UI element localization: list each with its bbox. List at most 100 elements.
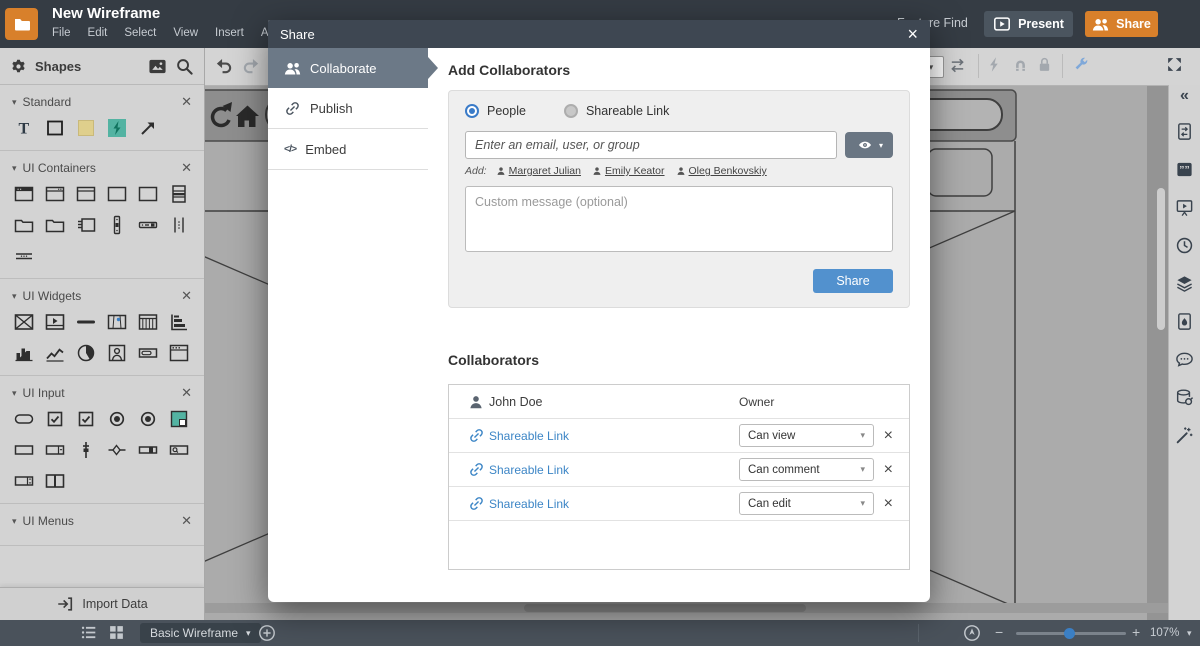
section-close-icon[interactable]: ✕ — [181, 385, 192, 401]
button-bar-shape[interactable] — [134, 341, 162, 365]
remove-collaborator-icon[interactable]: × — [884, 461, 895, 479]
history-clock-icon[interactable] — [1175, 236, 1194, 255]
avatar-shape[interactable] — [103, 341, 131, 365]
shareable-link-label[interactable]: Shareable Link — [489, 429, 739, 443]
app-logo-folder-icon[interactable] — [5, 8, 38, 40]
vertical-stack-shape[interactable] — [165, 182, 193, 206]
section-close-icon[interactable]: ✕ — [181, 288, 192, 304]
browser-window-shape[interactable] — [10, 182, 38, 206]
email-input[interactable] — [465, 131, 837, 159]
linked-data-icon[interactable] — [1175, 388, 1194, 407]
close-icon[interactable]: × — [907, 25, 918, 43]
text-field-shape[interactable] — [10, 438, 38, 462]
section-collapse-caret[interactable]: ▾ — [12, 97, 17, 108]
action-bolt-shape[interactable] — [103, 116, 131, 140]
radio-selected-shape[interactable] — [103, 407, 131, 431]
button-shape[interactable] — [10, 407, 38, 431]
redo-icon[interactable] — [242, 56, 261, 75]
folder-tab-2-shape[interactable] — [41, 213, 69, 237]
shareable-link-label[interactable]: Shareable Link — [489, 463, 739, 477]
section-close-icon[interactable]: ✕ — [181, 160, 192, 176]
divider-shape[interactable] — [72, 310, 100, 334]
pie-chart-shape[interactable] — [72, 341, 100, 365]
image-placeholder-shape[interactable] — [10, 310, 38, 334]
shareable-link-radio[interactable] — [564, 104, 578, 118]
comments-bubble-icon[interactable] — [1175, 350, 1194, 369]
suggested-user-link[interactable]: Margaret Julian — [496, 165, 581, 177]
video-player-shape[interactable] — [41, 310, 69, 334]
section-close-icon[interactable]: ✕ — [181, 513, 192, 529]
zoom-in-icon[interactable]: + — [1132, 624, 1140, 640]
add-page-icon[interactable] — [258, 624, 276, 642]
tab-publish[interactable]: Publish — [268, 88, 428, 129]
progress-bar-shape[interactable] — [134, 438, 162, 462]
menu-select[interactable]: Select — [124, 27, 156, 39]
page-style-dropdown[interactable]: Basic Wireframe ▾ — [140, 623, 261, 643]
magnet-icon[interactable] — [1012, 56, 1029, 73]
menu-insert[interactable]: Insert — [215, 27, 244, 39]
suggested-user-link[interactable]: Emily Keator — [592, 165, 665, 177]
zoom-caret-icon[interactable]: ▾ — [1187, 628, 1192, 639]
wrench-icon[interactable] — [1072, 56, 1089, 73]
custom-message-input[interactable] — [465, 186, 893, 252]
tab-embed[interactable]: </> Embed — [268, 129, 428, 170]
text-shape[interactable]: T — [10, 116, 38, 140]
arrow-shape[interactable] — [134, 116, 162, 140]
wireframe-rounded-box[interactable] — [928, 149, 992, 196]
canvas-vertical-scrollbar[interactable] — [1147, 85, 1168, 620]
people-radio-label[interactable]: People — [487, 104, 526, 118]
shapes-gear-icon[interactable] — [10, 58, 27, 75]
image-icon[interactable] — [148, 57, 167, 76]
zoom-level[interactable]: 107% — [1150, 627, 1179, 639]
dropdown-shape[interactable] — [41, 438, 69, 462]
table-shape[interactable] — [134, 310, 162, 334]
zoom-out-icon[interactable]: − — [995, 624, 1003, 640]
fullscreen-icon[interactable] — [1166, 56, 1183, 73]
people-radio[interactable] — [465, 104, 479, 118]
permission-dropdown[interactable]: Can comment ▾ — [739, 458, 874, 481]
share-submit-button[interactable]: Share — [813, 269, 893, 293]
checkbox-shape[interactable] — [72, 407, 100, 431]
share-button[interactable]: Share — [1085, 11, 1158, 37]
page-list-icon[interactable] — [80, 624, 97, 641]
document-theme-icon[interactable] — [1175, 312, 1194, 331]
section-close-icon[interactable]: ✕ — [181, 94, 192, 110]
layout-shape[interactable] — [165, 310, 193, 334]
vertical-scrollbar-shape[interactable] — [103, 213, 131, 237]
map-shape[interactable] — [103, 310, 131, 334]
menu-file[interactable]: File — [52, 27, 71, 39]
dialog-shape[interactable] — [134, 182, 162, 206]
swap-arrows-icon[interactable] — [948, 56, 967, 75]
zoom-slider[interactable] — [1016, 632, 1126, 635]
fit-to-screen-icon[interactable] — [963, 624, 981, 642]
form-window-shape[interactable] — [165, 341, 193, 365]
search-field-shape[interactable] — [165, 438, 193, 462]
window-shape[interactable] — [103, 182, 131, 206]
vertical-slider-shape[interactable] — [72, 438, 100, 462]
line-chart-shape[interactable] — [41, 341, 69, 365]
split-panel-shape[interactable] — [41, 469, 69, 493]
import-data-button[interactable]: Import Data — [0, 587, 204, 620]
hscroll-thumb[interactable] — [524, 604, 806, 612]
lock-icon[interactable] — [1036, 56, 1053, 73]
column-dividers-shape[interactable] — [165, 213, 193, 237]
vscroll-thumb[interactable] — [1157, 188, 1165, 330]
sticky-note-shape[interactable] — [72, 116, 100, 140]
present-button[interactable]: Present — [984, 11, 1073, 37]
color-picker-shape[interactable] — [165, 407, 193, 431]
bar-chart-shape[interactable] — [10, 341, 38, 365]
shareable-link-label[interactable]: Shareable Link — [489, 497, 739, 511]
horizontal-toolbar-shape[interactable] — [134, 213, 162, 237]
radio-shape[interactable] — [134, 407, 162, 431]
shareable-link-radio-label[interactable]: Shareable Link — [586, 104, 669, 118]
canvas-horizontal-scrollbar[interactable] — [204, 603, 1168, 613]
checkbox-checked-shape[interactable] — [41, 407, 69, 431]
sticky-notes-icon[interactable]: ”” — [1175, 160, 1194, 179]
menu-edit[interactable]: Edit — [88, 27, 108, 39]
browser-window-3-shape[interactable] — [72, 182, 100, 206]
browser-window-2-shape[interactable] — [41, 182, 69, 206]
page-settings-icon[interactable] — [1175, 122, 1194, 141]
tab-collaborate[interactable]: Collaborate — [268, 48, 428, 88]
collapsed-panel-shape[interactable] — [10, 244, 38, 268]
remove-collaborator-icon[interactable]: × — [884, 495, 895, 513]
